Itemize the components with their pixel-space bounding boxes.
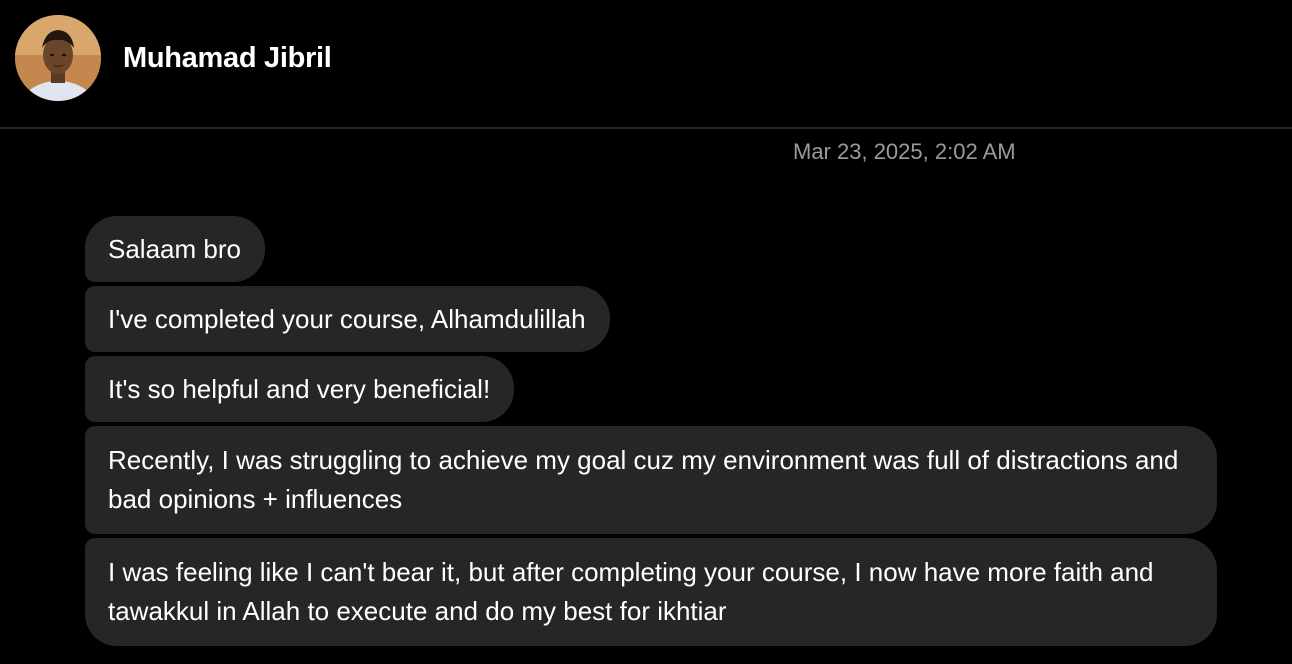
message-timestamp: Mar 23, 2025, 2:02 AM	[793, 139, 1016, 164]
message-bubble[interactable]: I was feeling like I can't bear it, but …	[85, 538, 1217, 646]
avatar-photo-icon	[15, 15, 101, 101]
contact-name[interactable]: Muhamad Jibril	[123, 40, 332, 76]
contact-avatar[interactable]	[15, 15, 101, 101]
message-bubble[interactable]: I've completed your course, Alhamdulilla…	[85, 286, 610, 352]
chat-header: Muhamad Jibril	[0, 0, 1292, 129]
message-bubble[interactable]: It's so helpful and very beneficial!	[85, 356, 515, 422]
message-bubble[interactable]: Salaam bro	[85, 216, 265, 282]
message-bubble[interactable]: Recently, I was struggling to achieve my…	[85, 426, 1217, 534]
message-list: Salaam bro I've completed your course, A…	[85, 216, 1225, 650]
